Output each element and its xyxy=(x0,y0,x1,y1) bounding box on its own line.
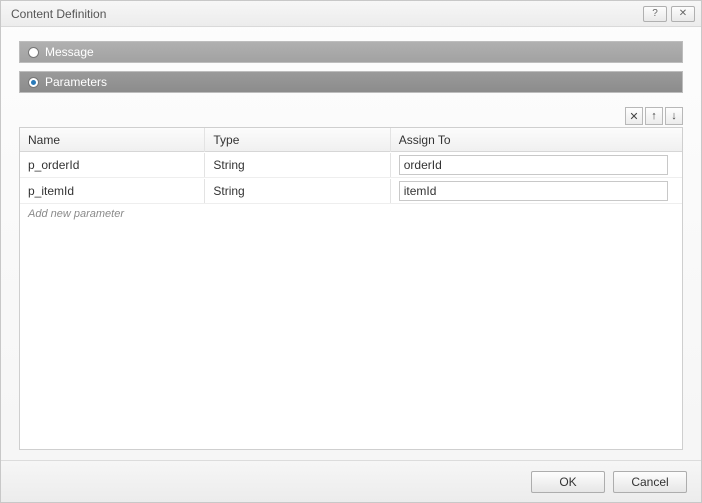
help-icon: ? xyxy=(652,8,658,19)
table-row[interactable]: p_orderId String xyxy=(20,152,682,178)
cell-type[interactable]: String xyxy=(205,153,390,177)
cell-type[interactable]: String xyxy=(205,179,390,203)
assign-input[interactable] xyxy=(399,155,669,175)
option-parameters[interactable]: Parameters xyxy=(19,71,683,93)
parameters-table: Name Type Assign To p_orderId String p_i… xyxy=(19,127,683,450)
dialog-window: Content Definition ? ✕ Message Parameter… xyxy=(0,0,702,503)
window-title: Content Definition xyxy=(11,7,639,21)
move-up-button[interactable]: ↑ xyxy=(645,107,663,125)
assign-input[interactable] xyxy=(399,181,669,201)
cell-assign xyxy=(391,153,682,177)
header-type: Type xyxy=(205,128,390,152)
table-toolbar: ✕ ↑ ↓ xyxy=(19,107,683,125)
header-name: Name xyxy=(20,128,205,152)
cell-name[interactable]: p_orderId xyxy=(20,153,205,177)
table-row[interactable]: p_itemId String xyxy=(20,178,682,204)
move-down-button[interactable]: ↓ xyxy=(665,107,683,125)
option-message[interactable]: Message xyxy=(19,41,683,63)
radio-parameters[interactable] xyxy=(28,77,39,88)
option-parameters-label: Parameters xyxy=(45,75,107,89)
ok-button[interactable]: OK xyxy=(531,471,605,493)
add-parameter-row[interactable]: Add new parameter xyxy=(20,204,682,224)
cell-assign xyxy=(391,179,682,203)
titlebar: Content Definition ? ✕ xyxy=(1,1,701,27)
cancel-button[interactable]: Cancel xyxy=(613,471,687,493)
help-button[interactable]: ? xyxy=(643,6,667,22)
header-assign: Assign To xyxy=(391,128,682,152)
table-header: Name Type Assign To xyxy=(20,128,682,152)
option-message-label: Message xyxy=(45,45,94,59)
radio-message[interactable] xyxy=(28,47,39,58)
close-button[interactable]: ✕ xyxy=(671,6,695,22)
cell-name[interactable]: p_itemId xyxy=(20,179,205,203)
x-icon: ✕ xyxy=(629,110,638,123)
arrow-down-icon: ↓ xyxy=(671,110,677,122)
delete-row-button[interactable]: ✕ xyxy=(625,107,643,125)
arrow-up-icon: ↑ xyxy=(651,110,657,122)
radio-dot-icon xyxy=(31,80,36,85)
content-area: Message Parameters ✕ ↑ ↓ Name Type Assig… xyxy=(1,27,701,460)
close-icon: ✕ xyxy=(679,8,687,19)
dialog-footer: OK Cancel xyxy=(1,460,701,502)
